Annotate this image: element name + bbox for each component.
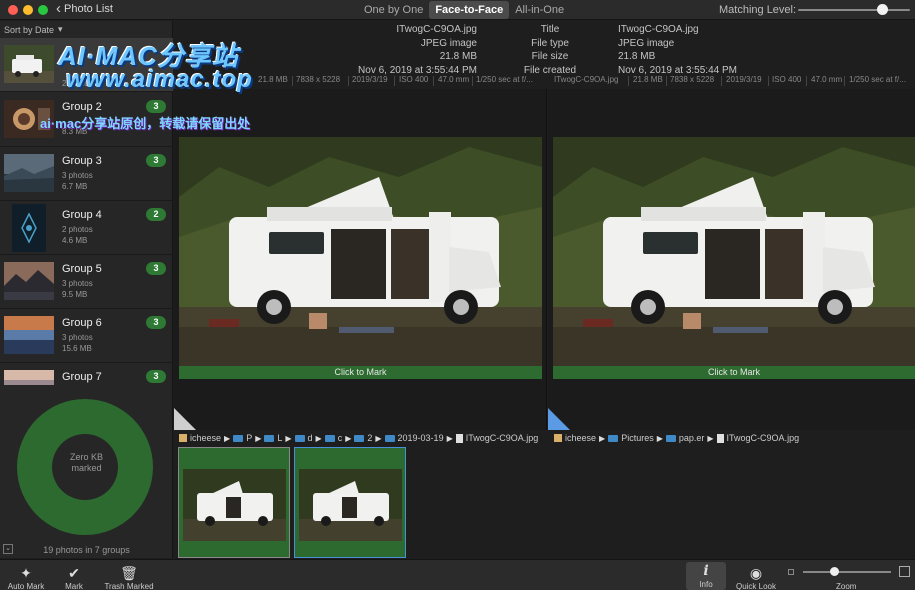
mark-button[interactable]: ✔ Mark (60, 564, 88, 590)
magic-wand-icon: ✦ (20, 564, 32, 581)
right-photo[interactable] (553, 137, 915, 368)
group-thumbnail (4, 45, 54, 83)
zoom-out-icon[interactable] (788, 569, 794, 575)
back-button[interactable]: ‹ Photo List (56, 0, 113, 17)
filmstrip-thumbnail[interactable] (294, 447, 406, 558)
right-path-breadcrumb: icheese ▶ Pictures ▶ pap.er ▶ ITwogC-C9OA.j… (554, 431, 799, 445)
trash-icon: 🗑 (120, 564, 138, 581)
group-name: Group 6 (62, 317, 102, 329)
group-name: Group 2 (62, 101, 102, 113)
list-item-group-4[interactable]: Group 4 2 photos 4.6 MB 2 (0, 201, 173, 255)
bottom-toolbar: ✦ Auto Mark ✔ Mark 🗑 Trash Marked i Info… (0, 559, 915, 590)
mark-corner-flag-icon[interactable] (548, 408, 570, 430)
close-window-button[interactable] (8, 5, 18, 15)
folder-icon (233, 434, 244, 442)
group-name: Group 7 (62, 371, 102, 383)
zoom-slider-knob[interactable] (829, 567, 839, 576)
minimize-window-button[interactable] (23, 5, 33, 15)
chevron-left-icon: ‹ (56, 0, 61, 17)
sort-label: Sort by Date (4, 24, 55, 35)
mark-corner-flag-icon[interactable] (174, 408, 196, 430)
tab-all-in-one[interactable]: All-in-One (509, 1, 570, 19)
group-photo-count: 3 photos (62, 333, 93, 342)
list-item-group-3[interactable]: Group 3 3 photos 6.7 MB 3 (0, 147, 173, 201)
left-path-breadcrumb: icheese ▶ P ▶ L ▶ d ▶ c ▶ 2 ▶ 2019-03-19 ▶ ITwo… (179, 431, 538, 445)
folder-icon (608, 434, 619, 442)
info-button[interactable]: i Info (686, 562, 726, 590)
click-to-mark-button[interactable]: Click to Mark (179, 366, 542, 379)
watermark-url: www.aimac.top (66, 66, 253, 93)
folder-icon (384, 434, 395, 442)
group-name: Group 3 (62, 155, 102, 167)
photo-summary: 19 photos in 7 groups (43, 545, 130, 555)
filmstrip-thumbnail[interactable] (178, 447, 290, 558)
group-thumbnail (12, 204, 46, 252)
tab-face-to-face[interactable]: Face-to-Face (429, 1, 510, 19)
left-photo-viewer[interactable]: Click to Mark (174, 89, 547, 430)
group-size: 15.6 MB (62, 344, 92, 353)
file-info-panel: ITwogC-C9OA.jpg JPEG image 21.8 MB Nov 6… (174, 21, 915, 76)
watermark-notice: ai·mac分享站原创，转载请保留出处 (40, 116, 251, 131)
group-count-badge: 2 (146, 208, 166, 221)
group-count-badge: 3 (146, 370, 166, 383)
trash-marked-button[interactable]: 🗑 Trash Marked (100, 564, 158, 590)
zoom-window-button[interactable] (38, 5, 48, 15)
group-thumbnail (4, 316, 54, 354)
group-size: 6.7 MB (62, 182, 88, 191)
zoom-slider[interactable] (803, 571, 891, 573)
metadata-bar: 21.8 MB 7838 x 5228 2019/3/19 ISO 400 47… (258, 75, 906, 86)
filmstrip (174, 445, 915, 559)
group-count-badge: 3 (146, 154, 166, 167)
auto-mark-button[interactable]: ✦ Auto Mark (5, 564, 47, 590)
right-photo-viewer[interactable]: Click to Mark (548, 89, 915, 430)
file-icon (455, 433, 463, 443)
group-thumbnail (4, 154, 54, 192)
folder-icon (264, 434, 275, 442)
zoom-label: Zoom (836, 582, 857, 590)
info-labels: Title File type File size File created (523, 24, 577, 76)
zoom-in-icon[interactable] (899, 566, 910, 577)
right-file-info: ITwogC-C9OA.jpg JPEG image 21.8 MB Nov 6… (618, 24, 737, 76)
group-name: Group 4 (62, 209, 102, 221)
view-mode-tabs: One by One Face-to-Face All-in-One (358, 1, 570, 19)
left-photo[interactable] (179, 137, 542, 368)
info-icon: i (703, 563, 709, 579)
matching-level-label: Matching Level: (719, 4, 797, 16)
group-name: Group 5 (62, 263, 102, 275)
group-photo-count: 3 photos (62, 279, 93, 288)
group-count-badge: 3 (146, 262, 166, 275)
eye-icon: ◉ (749, 564, 763, 581)
folder-icon (324, 434, 335, 442)
group-count-badge: 3 (146, 100, 166, 113)
folder-icon (294, 434, 305, 442)
matching-level-slider[interactable] (798, 9, 910, 11)
group-size: 4.6 MB (62, 236, 88, 245)
left-file-info: ITwogC-C9OA.jpg JPEG image 21.8 MB Nov 6… (358, 24, 477, 76)
group-size: 9.5 MB (62, 290, 88, 299)
marked-size-label: Zero KB marked (69, 452, 103, 473)
click-to-mark-button[interactable]: Click to Mark (553, 366, 915, 379)
list-item-group-5[interactable]: Group 5 3 photos 9.5 MB 3 (0, 255, 173, 309)
group-count-badge: 3 (146, 316, 166, 329)
tab-one-by-one[interactable]: One by One (358, 1, 429, 19)
group-photo-count: 2 photos (62, 225, 93, 234)
chevron-down-icon: ▾ (58, 24, 63, 34)
quick-look-button[interactable]: ◉ Quick Look (733, 564, 779, 590)
group-thumbnail (4, 262, 54, 300)
folder-icon (665, 434, 676, 442)
list-item-group-7[interactable]: Group 7 3 (0, 363, 173, 385)
matching-level-slider-knob[interactable] (877, 4, 888, 15)
group-thumbnail (4, 370, 54, 385)
title-bar: ‹ Photo List One by One Face-to-Face All… (0, 0, 915, 20)
home-icon (554, 434, 562, 442)
list-item-group-6[interactable]: Group 6 3 photos 15.6 MB 3 (0, 309, 173, 363)
home-icon (179, 434, 187, 442)
group-photo-count: 3 photos (62, 171, 93, 180)
back-label: Photo List (64, 3, 113, 15)
folder-icon (354, 434, 365, 442)
file-icon (716, 433, 724, 443)
mark-check-icon: ✔ (68, 564, 80, 581)
